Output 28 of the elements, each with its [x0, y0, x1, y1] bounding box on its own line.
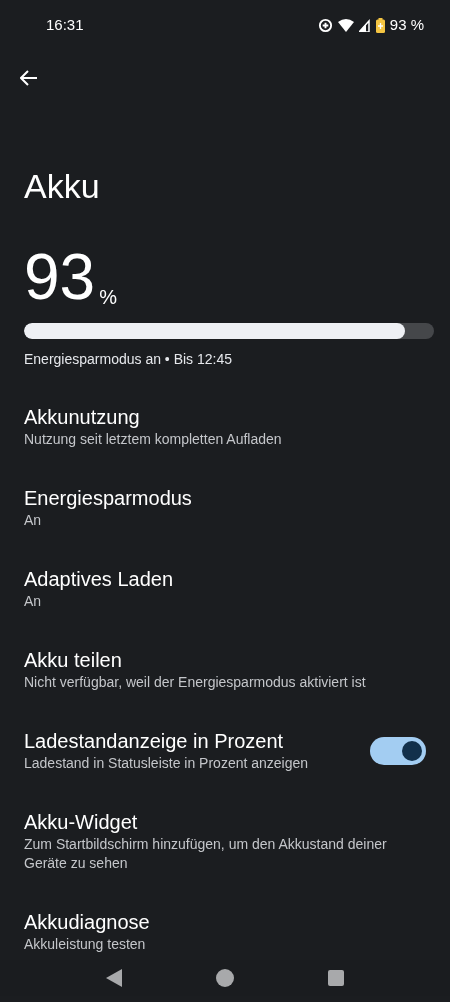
setting-title[interactable]: Adaptives Laden: [24, 566, 426, 592]
nav-home-button[interactable]: [216, 969, 234, 987]
back-arrow-icon: [20, 70, 38, 86]
setting-title[interactable]: Akkudiagnose: [24, 909, 426, 935]
battery-level-unit: %: [99, 285, 117, 309]
setting-summary: Nicht verfügbar, weil der Energiesparmodus aktiviert ist: [24, 673, 367, 692]
battery-status: Energiesparmodus an • Bis 12:45: [24, 350, 234, 369]
toggle-switch[interactable]: [370, 736, 426, 765]
data-saver-icon: [317, 17, 333, 33]
setting-title[interactable]: Akku-Widget: [24, 809, 426, 835]
setting-summary: Zum Startbildschirm hinzufügen, um den Akkustand deiner Geräte zu sehen: [24, 835, 388, 873]
setting-summary: An: [24, 511, 43, 530]
status-time: 16:31: [46, 14, 84, 35]
setting-title[interactable]: Akku teilen: [24, 647, 426, 673]
battery-icon: [375, 17, 385, 33]
setting-summary: Nutzung seit letztem kompletten Aufladen: [24, 430, 283, 449]
setting-title[interactable]: Akkunutzung: [24, 404, 426, 430]
setting-summary: Akkuleistung testen: [24, 935, 147, 954]
battery-percentage: 93 %: [389, 14, 424, 35]
nav-back-button[interactable]: [106, 969, 122, 987]
battery-level-value: 93: [24, 245, 96, 309]
setting-title[interactable]: Energiesparmodus: [24, 485, 426, 511]
signal-icon: [358, 18, 371, 32]
setting-summary: An: [24, 592, 43, 611]
setting-title[interactable]: Ladestandanzeige in Prozent: [24, 728, 354, 754]
setting-summary: Ladestand in Statusleiste in Prozent anzeigen: [24, 754, 310, 773]
page-title: Akku: [24, 166, 101, 206]
wifi-icon: [337, 18, 354, 32]
